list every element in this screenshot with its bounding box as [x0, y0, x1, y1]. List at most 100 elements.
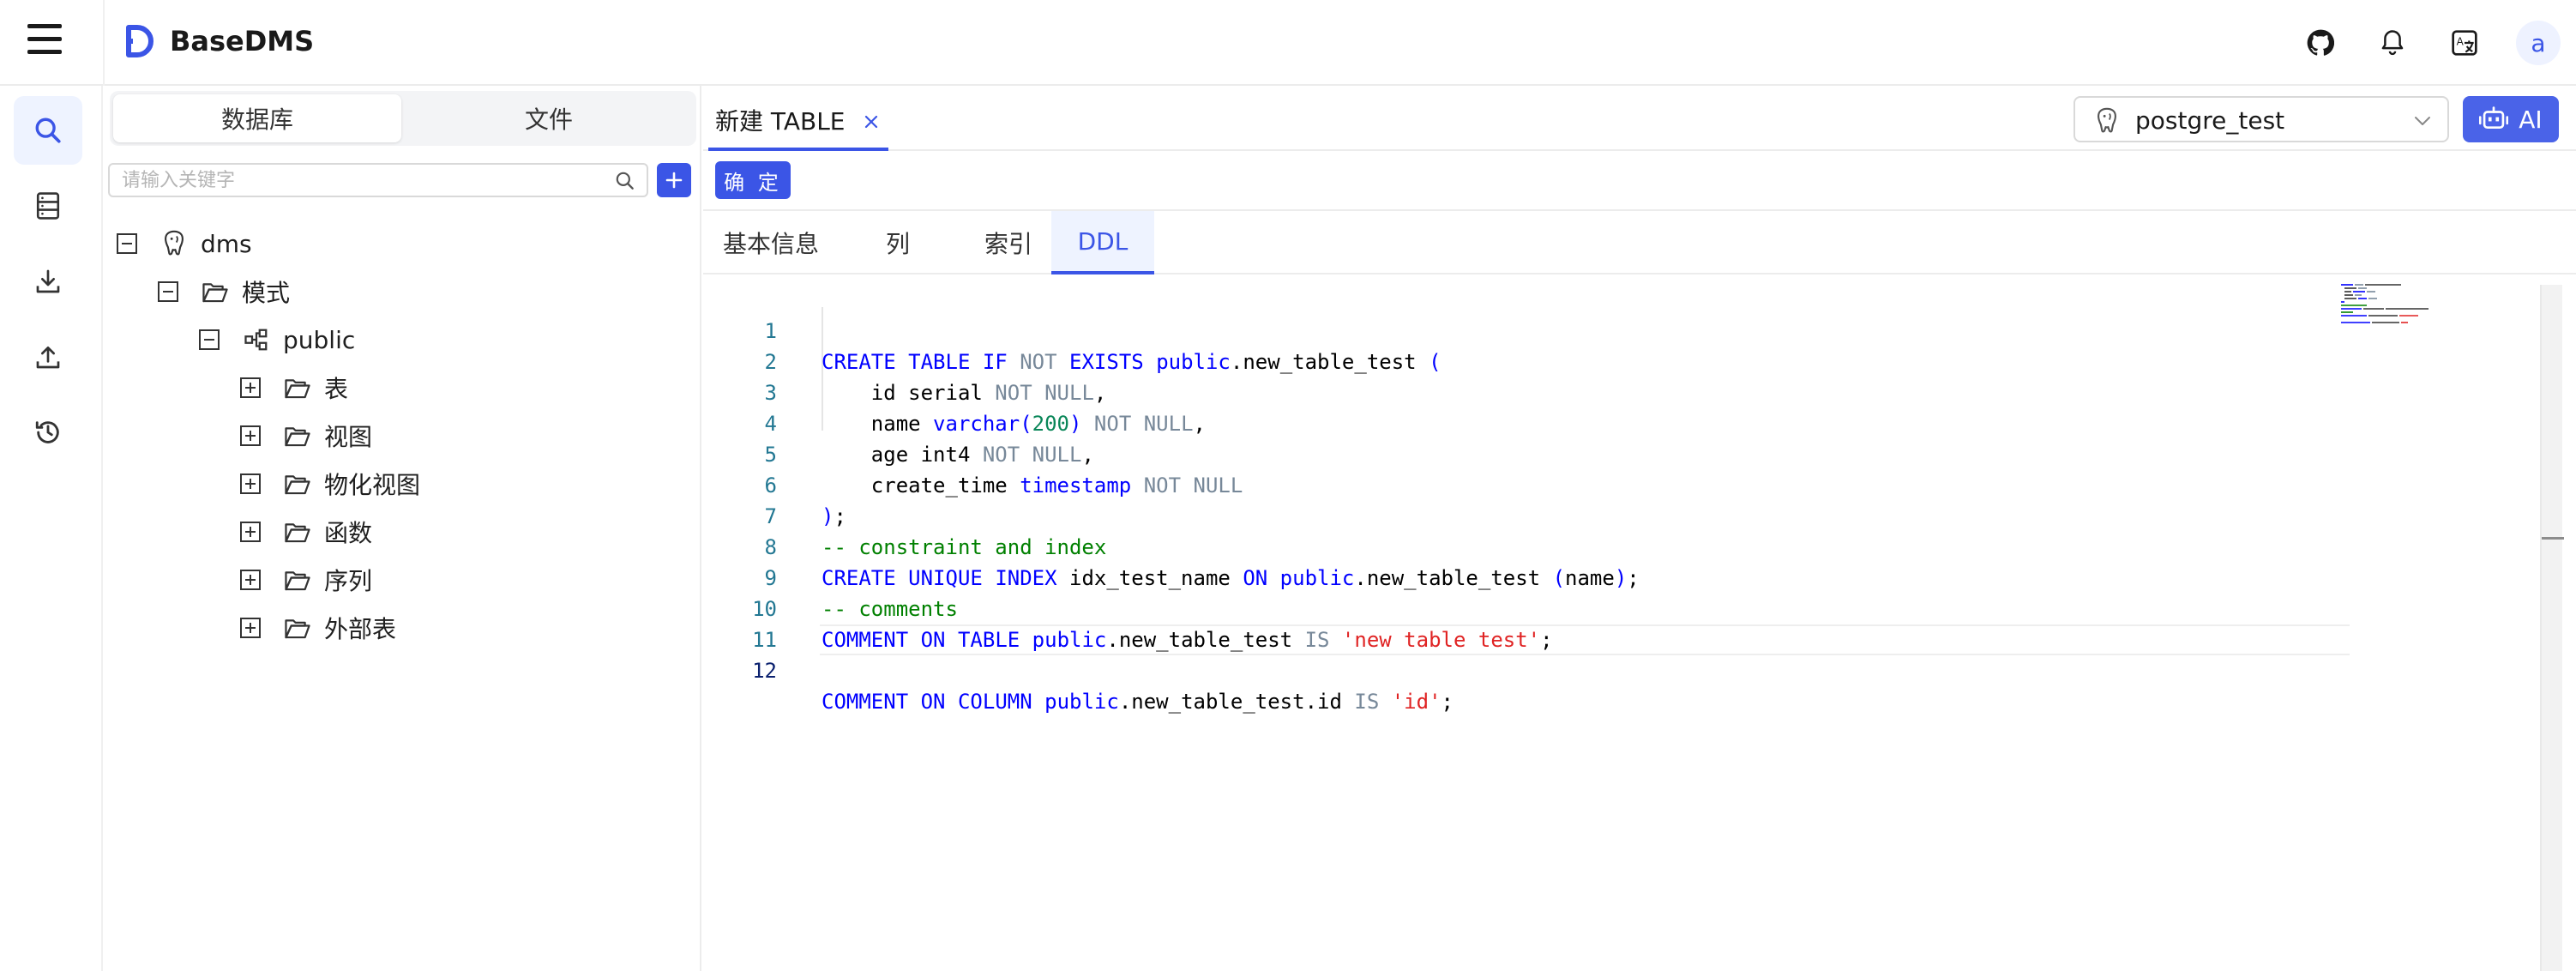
subtab-basic-info[interactable]: 基本信息	[719, 211, 823, 274]
tab-new-table[interactable]: 新建 TABLE	[708, 93, 888, 151]
code-line: 1 CREATE TABLE IF NOT EXISTS public.new_…	[703, 285, 2504, 374]
rail-history-button[interactable]	[14, 398, 82, 467]
code-line: 4 age int4 NOT NULL,	[703, 377, 2504, 467]
datasource-name: postgre_test	[2135, 106, 2285, 135]
translate-icon[interactable]: A	[2446, 24, 2483, 62]
app-title: BaseDMS	[170, 25, 315, 57]
tree-node-folder: 物化视图	[240, 463, 420, 504]
tree-label[interactable]: 函数	[324, 515, 372, 549]
rail-search-button[interactable]	[14, 96, 82, 165]
segment-files[interactable]: 文件	[405, 94, 693, 142]
expand-toggle[interactable]	[240, 570, 261, 590]
confirm-button[interactable]: 确 定	[715, 161, 791, 199]
expand-toggle[interactable]	[240, 522, 261, 542]
tree-node-database: dms	[117, 223, 252, 264]
ddl-editor[interactable]: 1 CREATE TABLE IF NOT EXISTS public.new_…	[703, 276, 2576, 971]
code-line: 10 COMMENT ON TABLE public.new_table_tes…	[703, 563, 2504, 652]
rail-download-button[interactable]	[14, 247, 82, 316]
subtab-bar: 基本信息 列 索引 DDL	[703, 211, 2576, 274]
chevron-down-icon	[2415, 117, 2430, 125]
line-number: 12	[752, 659, 777, 683]
postgresql-icon	[2098, 107, 2116, 133]
add-connection-button[interactable]	[657, 163, 691, 197]
icon-rail	[0, 86, 103, 971]
collapse-toggle[interactable]	[158, 281, 178, 302]
tree-label[interactable]: 表	[324, 371, 348, 405]
collapse-toggle[interactable]	[117, 233, 137, 254]
tree-label[interactable]: 视图	[324, 419, 372, 453]
ai-assistant-button[interactable]: AI	[2463, 96, 2559, 142]
sidebar: 数据库 文件 dms 模式 public 表 视图	[105, 86, 701, 971]
rail-upload-button[interactable]	[14, 323, 82, 391]
logo-icon	[126, 25, 153, 57]
scroll-position-marker	[2542, 537, 2564, 540]
code-line: 9 -- comments	[703, 532, 2504, 621]
folder-open-icon	[283, 421, 312, 450]
search-input[interactable]	[122, 166, 602, 194]
tree-label[interactable]: dms	[201, 230, 252, 258]
upload-icon	[36, 347, 60, 369]
history-icon	[35, 421, 59, 443]
download-icon	[36, 269, 60, 293]
expand-toggle[interactable]	[240, 377, 261, 398]
code-text: COMMENT ON COLUMN public.new_table_test.…	[822, 690, 1454, 714]
plus-icon	[665, 172, 683, 189]
folder-open-icon	[283, 469, 312, 498]
tree-label[interactable]: 物化视图	[324, 467, 420, 501]
postgresql-icon	[159, 229, 189, 258]
github-icon[interactable]	[2302, 24, 2339, 62]
tree-label[interactable]: 模式	[242, 274, 290, 309]
collapse-toggle[interactable]	[199, 329, 220, 350]
tree-label[interactable]: 序列	[324, 563, 372, 597]
avatar[interactable]: a	[2516, 21, 2561, 65]
code-line: 2 id serial NOT NULL,	[703, 316, 2504, 405]
tab-label: 新建 TABLE	[715, 107, 846, 136]
editor-scrollbar[interactable]	[2540, 285, 2564, 971]
rail-server-button[interactable]	[14, 172, 82, 240]
expand-toggle[interactable]	[240, 618, 261, 638]
code-line: 7 -- constraint and index	[703, 470, 2504, 559]
code-line: 8 CREATE UNIQUE INDEX idx_test_name ON p…	[703, 501, 2504, 590]
tree-node-folder: 外部表	[240, 607, 396, 648]
ai-label: AI	[2519, 105, 2543, 134]
header-divider	[103, 0, 105, 86]
subtab-columns[interactable]: 列	[871, 211, 924, 274]
folder-open-icon	[283, 613, 312, 642]
segment-switch: 数据库 文件	[110, 91, 696, 146]
app-header: BaseDMS A a	[0, 0, 2576, 86]
folder-open-icon	[283, 373, 312, 402]
bell-icon[interactable]	[2374, 24, 2411, 62]
tree-node-schema: public	[199, 319, 355, 360]
svg-text:A: A	[2457, 36, 2465, 48]
tree-node-folder: 函数	[240, 511, 372, 552]
subtab-indexes[interactable]: 索引	[966, 211, 1051, 274]
robot-icon	[2479, 106, 2509, 130]
expand-toggle[interactable]	[240, 425, 261, 446]
close-icon[interactable]	[863, 113, 880, 130]
subtab-ddl[interactable]: DDL	[1051, 211, 1154, 274]
tree-label[interactable]: public	[283, 326, 355, 354]
code-line-current: 12 COMMENT ON COLUMN public.new_table_te…	[703, 624, 2504, 714]
tree-node-schema-folder: 模式	[158, 271, 290, 312]
menu-icon[interactable]	[26, 22, 63, 57]
editor-tabbar: 新建 TABLE postgre_test AI	[703, 86, 2576, 151]
folder-open-icon	[201, 277, 230, 306]
expand-toggle[interactable]	[240, 473, 261, 494]
code-line: 11	[703, 594, 2504, 652]
search-icon	[35, 118, 61, 143]
tree-node-folder: 视图	[240, 415, 372, 456]
folder-open-icon	[283, 517, 312, 546]
segment-database[interactable]: 数据库	[113, 94, 401, 142]
search-icon[interactable]	[614, 170, 636, 192]
code-line: 3 name varchar(200) NOT NULL,	[703, 347, 2504, 436]
code-line: 6 );	[703, 439, 2504, 528]
schema-icon	[242, 325, 271, 354]
tree-node-folder: 表	[240, 367, 348, 408]
code-minimap[interactable]	[2341, 283, 2470, 326]
datasource-select[interactable]: postgre_test	[2073, 96, 2449, 142]
tree-label[interactable]: 外部表	[324, 611, 396, 645]
server-icon	[36, 192, 60, 220]
search-box	[108, 163, 648, 197]
tree-node-folder: 序列	[240, 559, 372, 600]
folder-open-icon	[283, 565, 312, 594]
